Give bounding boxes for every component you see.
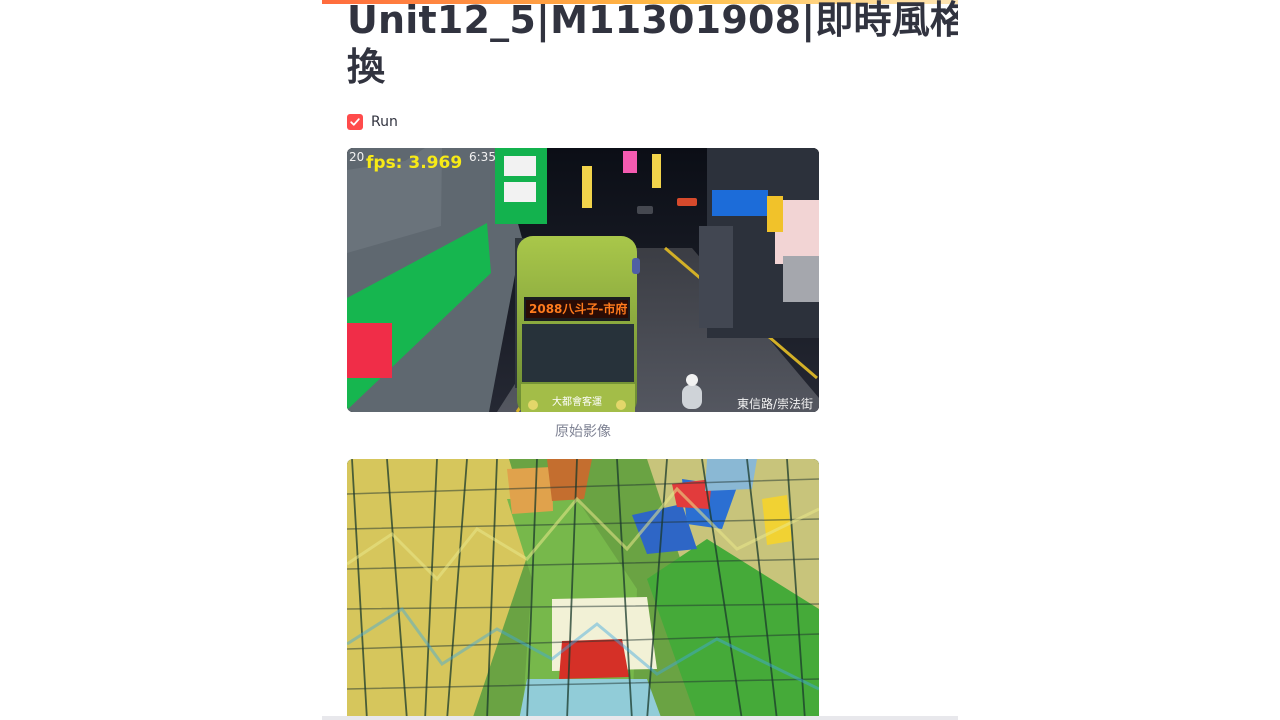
page-title-line-2: 換 [347,45,386,89]
timestamp-prefix: 20 [349,150,364,164]
timestamp-suffix: 6:35 [469,150,496,164]
checkbox-checked-icon[interactable] [347,114,363,130]
original-image-caption: 原始影像 [555,424,611,440]
run-checkbox-label: Run [371,114,398,130]
stylized-frame-image [347,459,819,720]
page-title-line-1: Unit12_5|M11301908|即時風格轉 [347,0,958,42]
street-name-overlay: 東信路/崇法街 [737,396,813,411]
browser-page: Unit12_5|M11301908|即時風格轉 換 Run 2088八斗子-市… [0,0,1280,720]
streamlit-app-main: Unit12_5|M11301908|即時風格轉 換 Run 2088八斗子-市… [322,0,958,720]
bus-destination-sign: 2088八斗子-市府 [529,301,627,316]
page-title: Unit12_5|M11301908|即時風格轉 換 [347,0,958,91]
run-checkbox[interactable]: Run [347,112,398,132]
bottom-scroll-edge [322,716,958,720]
app-content: Unit12_5|M11301908|即時風格轉 換 Run 2088八斗子-市… [347,0,958,720]
bus-company-text: 大都會客運 [552,395,602,408]
checkmark-icon [350,118,360,126]
fps-overlay: fps: 3.969 [366,153,462,173]
styled-video-frame [347,459,819,720]
street-scene-image: 2088八斗子-市府 大都會客運 fps: 3.969 20 6:35 東信路/… [347,148,819,412]
original-video-frame: 2088八斗子-市府 大都會客運 fps: 3.969 20 6:35 東信路/… [347,148,819,412]
